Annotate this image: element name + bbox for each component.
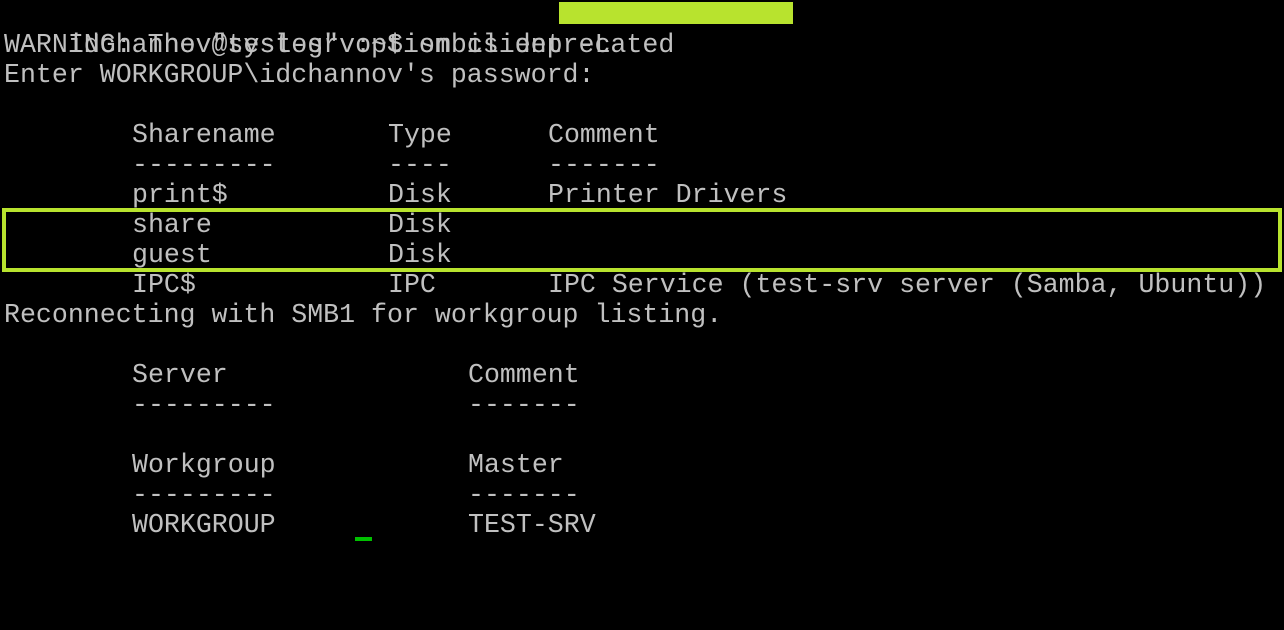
workgroup-name: WORKGROUP xyxy=(132,510,276,540)
header-type: Type xyxy=(388,120,452,150)
command-line: idchannov@test-srv:~$ smbclient -L xyxy=(4,0,626,60)
header-workgroup: Workgroup xyxy=(132,450,276,480)
workgroup-separator-row: --------- ------- xyxy=(4,480,580,510)
separator-sharename: --------- xyxy=(132,150,276,180)
separator-comment: ------- xyxy=(548,150,660,180)
terminal-window[interactable]: idchannov@test-srv:~$ smbclient -L WARNI… xyxy=(0,0,1284,541)
separator-server-comment: ------- xyxy=(468,390,580,420)
workgroup-master: TEST-SRV xyxy=(468,510,596,540)
server-header-row: Server Comment xyxy=(4,360,580,390)
share-type: IPC xyxy=(388,270,436,300)
header-master: Master xyxy=(468,450,564,480)
shares-header-row: Sharename Type Comment xyxy=(4,120,660,150)
header-comment: Comment xyxy=(548,120,660,150)
separator-server: --------- xyxy=(132,390,276,420)
share-name: IPC$ xyxy=(132,270,196,300)
header-server: Server xyxy=(132,360,228,390)
header-server-comment: Comment xyxy=(468,360,580,390)
share-name: print$ xyxy=(132,180,228,210)
server-separator-row: --------- ------- xyxy=(4,390,580,420)
share-comment: IPC Service (test-srv server (Samba, Ubu… xyxy=(548,270,1267,300)
separator-workgroup: --------- xyxy=(132,480,276,510)
text-cursor xyxy=(355,537,372,541)
share-comment: Printer Drivers xyxy=(548,180,788,210)
table-row: print$ Disk Printer Drivers xyxy=(4,180,787,210)
share-type: Disk xyxy=(388,180,452,210)
password-prompt: Enter WORKGROUP\idchannov's password: xyxy=(4,60,595,90)
table-row: WORKGROUP TEST-SRV xyxy=(4,510,596,540)
reconnect-message: Reconnecting with SMB1 for workgroup lis… xyxy=(4,300,723,330)
table-row: IPC$ IPC IPC Service (test-srv server (S… xyxy=(4,270,1266,300)
workgroup-header-row: Workgroup Master xyxy=(4,450,564,480)
separator-master: ------- xyxy=(468,480,580,510)
warning-message: WARNING: The "syslog" option is deprecat… xyxy=(4,30,675,60)
shares-separator-row: --------- ---- ------- xyxy=(4,150,660,180)
separator-type: ---- xyxy=(388,150,452,180)
header-sharename: Sharename xyxy=(132,120,276,150)
redacted-hostname xyxy=(559,2,793,24)
highlight-box xyxy=(2,208,1282,272)
